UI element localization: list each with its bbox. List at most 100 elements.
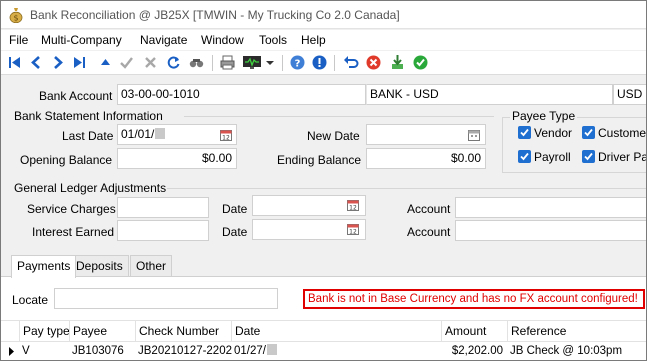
locate-label: Locate [12, 293, 49, 307]
column-header-payee[interactable]: Payee [69, 321, 135, 342]
cell-payee: JB103076 [72, 345, 124, 357]
calendar-icon[interactable] [468, 129, 480, 141]
tab-other[interactable]: Other [130, 255, 173, 277]
menu-navigate[interactable]: Navigate [140, 33, 187, 47]
payroll-label: Payroll [534, 150, 571, 164]
section-divider [167, 188, 646, 189]
column-header-amount[interactable]: Amount [441, 321, 507, 342]
window-title: Bank Reconciliation @ JB25X [TMWIN - My … [30, 8, 400, 22]
service-charges-input[interactable] [117, 197, 209, 218]
bank-account-label: Bank Account [39, 89, 113, 103]
statement-section-heading: Bank Statement Information [14, 109, 163, 123]
tab-deposits[interactable]: Deposits [70, 255, 129, 277]
last-date-label: Last Date [62, 129, 114, 143]
interest-account-input[interactable] [455, 220, 646, 241]
driver-pay-label: Driver Pa [598, 150, 647, 164]
tab-payments[interactable]: Payments [11, 255, 77, 278]
section-divider [184, 116, 494, 117]
calendar-icon[interactable]: 12 [220, 129, 232, 142]
opening-balance-input[interactable]: $0.00 [117, 148, 237, 169]
calendar-icon[interactable]: 12 [347, 199, 359, 212]
previous-record-icon[interactable] [28, 54, 45, 71]
tab-strip: Payments Deposits Other [1, 255, 646, 278]
up-arrow-icon[interactable] [97, 54, 114, 71]
cell-amount: $2,202.00 [451, 345, 503, 357]
menu-tools[interactable]: Tools [259, 33, 287, 47]
interest-earned-label: Interest Earned [32, 225, 115, 239]
last-date-value: 01/01/ [121, 127, 155, 141]
svg-text:12: 12 [222, 135, 230, 142]
vendor-label: Vendor [534, 126, 573, 140]
help-icon[interactable]: ? [289, 54, 306, 71]
first-record-icon[interactable] [6, 54, 23, 71]
vendor-checkbox[interactable] [518, 126, 531, 139]
undo-icon[interactable] [342, 54, 359, 71]
binoculars-icon[interactable] [188, 54, 205, 71]
opening-balance-label: Opening Balance [20, 153, 113, 167]
service-account-label: Account [407, 202, 451, 216]
dropdown-icon[interactable] [265, 54, 275, 71]
info-icon[interactable] [311, 54, 328, 71]
row-indicator-icon [7, 342, 17, 360]
cell-date: 01/27/ [231, 342, 441, 360]
next-record-icon[interactable] [49, 54, 66, 71]
interest-earned-input[interactable] [117, 220, 209, 241]
new-date-label: New Date [307, 129, 360, 143]
bank-reconciliation-window: $ Bank Reconciliation @ JB25X [TMWIN - M… [0, 0, 647, 361]
calendar-icon[interactable]: 12 [347, 223, 359, 236]
menu-help[interactable]: Help [301, 33, 326, 47]
interest-account-label: Account [407, 225, 451, 239]
money-bag-icon: $ [9, 7, 23, 24]
payments-table-header: Pay type Payee Check Number Date Amount … [1, 320, 646, 342]
toolbar-separator [212, 55, 213, 71]
payee-type-heading: Payee Type [510, 109, 578, 123]
toolbar: ? [1, 51, 646, 75]
svg-text:?: ? [295, 59, 301, 70]
menu-file[interactable]: File [9, 33, 28, 47]
column-header-pay-type[interactable]: Pay type [19, 321, 70, 342]
save-checkmark-icon[interactable] [118, 54, 135, 71]
ending-balance-label: Ending Balance [277, 153, 362, 167]
ending-balance-input[interactable]: $0.00 [366, 148, 486, 169]
currency-warning-message: Bank is not in Base Currency and has no … [303, 289, 645, 309]
service-date-label: Date [222, 202, 248, 216]
last-date-input[interactable]: 01/01/ [117, 124, 237, 145]
menu-bar: File Multi-Company Navigate Window Tools… [1, 30, 646, 50]
cell-reference: JB Check @ 10:03pm [510, 345, 623, 357]
bank-account-input[interactable]: 03-00-00-1010 [117, 84, 366, 105]
cell-date-value: 01/27/ [234, 345, 266, 357]
svg-text:12: 12 [349, 229, 357, 236]
monitor-icon[interactable] [242, 54, 262, 71]
cancel-icon[interactable] [365, 54, 382, 71]
print-icon[interactable] [219, 54, 236, 71]
customer-label: Custome [598, 126, 647, 140]
cell-check-number: JB20210127-2202 [138, 345, 232, 357]
redacted-year [266, 344, 277, 355]
interest-date-label: Date [222, 225, 248, 239]
bank-currency-field: USD [613, 84, 646, 105]
import-icon[interactable] [389, 54, 406, 71]
menu-multi-company[interactable]: Multi-Company [41, 33, 122, 47]
table-row[interactable]: V JB103076 JB20210127-2202 01/27/ $2,202… [1, 342, 646, 360]
locate-input[interactable] [54, 288, 278, 309]
customer-checkbox[interactable] [582, 126, 595, 139]
delete-x-icon[interactable] [142, 54, 159, 71]
redacted-year [155, 128, 166, 139]
menu-window[interactable]: Window [201, 33, 244, 47]
column-header-reference[interactable]: Reference [507, 321, 646, 342]
last-record-icon[interactable] [71, 54, 88, 71]
svg-text:12: 12 [349, 205, 357, 212]
column-header-check-number[interactable]: Check Number [135, 321, 231, 342]
title-bar: $ Bank Reconciliation @ JB25X [TMWIN - M… [1, 1, 646, 29]
driver-pay-checkbox[interactable] [582, 150, 595, 163]
column-header-date[interactable]: Date [231, 321, 441, 342]
service-charges-label: Service Charges [27, 202, 116, 216]
toolbar-separator [282, 55, 283, 71]
toolbar-separator [334, 55, 335, 71]
approve-icon[interactable] [412, 54, 429, 71]
bank-name-field: BANK - USD [366, 84, 613, 105]
refresh-icon[interactable] [165, 54, 182, 71]
service-account-input[interactable] [455, 197, 646, 218]
payroll-checkbox[interactable] [518, 150, 531, 163]
gl-section-heading: General Ledger Adjustments [14, 181, 167, 195]
